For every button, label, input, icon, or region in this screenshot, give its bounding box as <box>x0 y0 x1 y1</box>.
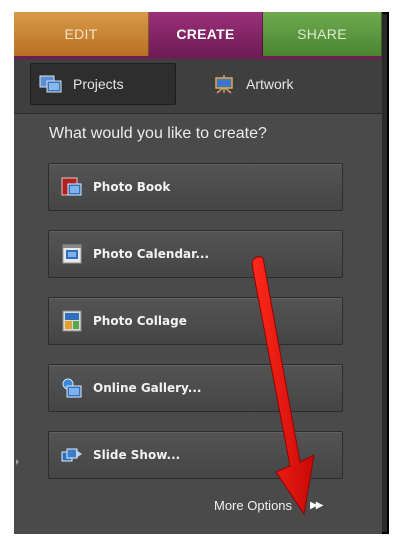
photo-book-button[interactable]: Photo Book <box>48 163 343 211</box>
photo-calendar-label: Photo Calendar... <box>93 247 210 261</box>
projects-icon <box>39 74 63 94</box>
more-options-link[interactable]: More Options ▶▶ <box>214 498 324 513</box>
mode-tabs: EDIT CREATE SHARE <box>14 12 382 56</box>
tab-edit[interactable]: EDIT <box>14 12 149 56</box>
subtab-artwork-label: Artwork <box>246 76 294 92</box>
online-gallery-button[interactable]: Online Gallery... <box>48 364 343 412</box>
online-gallery-icon <box>61 377 83 399</box>
online-gallery-label: Online Gallery... <box>93 381 202 395</box>
sub-tabs: Projects Artwork <box>14 59 382 114</box>
panel-collapse-handle[interactable] <box>16 459 19 465</box>
photo-collage-button[interactable]: Photo Collage <box>48 297 343 345</box>
more-options-label: More Options <box>214 498 293 513</box>
photo-calendar-button[interactable]: Photo Calendar... <box>48 230 343 278</box>
tab-share[interactable]: SHARE <box>263 12 382 56</box>
slide-show-button[interactable]: Slide Show... <box>48 431 343 479</box>
create-panel: EDIT CREATE SHARE Projects Artwork What … <box>14 12 382 534</box>
tab-create[interactable]: CREATE <box>149 12 263 56</box>
slide-show-icon <box>61 444 83 466</box>
create-heading: What would you like to create? <box>49 125 267 142</box>
double-chevron-right-icon: ▶▶ <box>310 500 323 511</box>
artwork-icon <box>212 74 236 94</box>
subtab-artwork[interactable]: Artwork <box>204 63 352 105</box>
photo-collage-icon <box>61 310 83 332</box>
subtab-projects[interactable]: Projects <box>30 63 176 105</box>
photo-book-label: Photo Book <box>93 180 171 194</box>
photo-collage-label: Photo Collage <box>93 314 187 328</box>
subtab-projects-label: Projects <box>73 76 124 92</box>
photo-book-icon <box>61 176 83 198</box>
slide-show-label: Slide Show... <box>93 448 181 462</box>
photo-calendar-icon <box>61 243 83 265</box>
